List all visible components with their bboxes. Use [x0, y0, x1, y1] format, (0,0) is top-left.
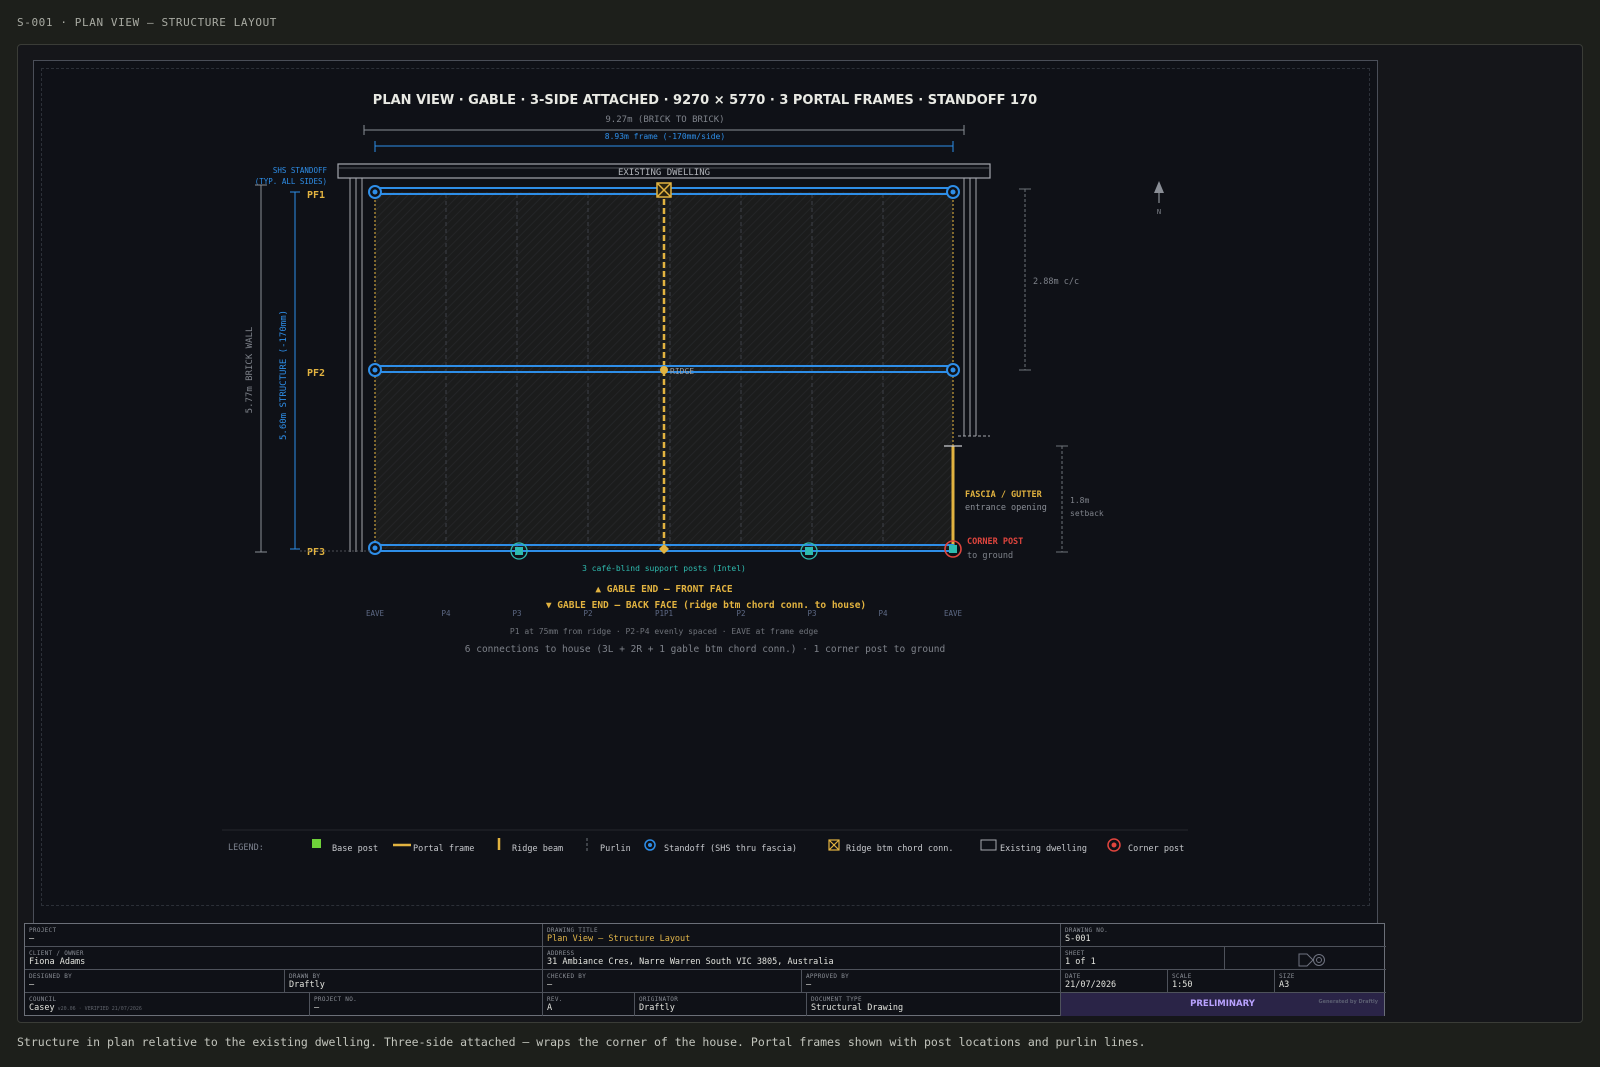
tb-sheet: SHEET 1 of 1	[1061, 947, 1225, 970]
frame-label-pf1: PF1	[307, 190, 325, 201]
corner-post-sub: to ground	[967, 551, 1013, 561]
purlin-label-p1: P1P1	[655, 609, 673, 618]
dim-structure-line	[290, 191, 300, 550]
ridge-node-pf2	[660, 366, 668, 374]
tb-checked-by: CHECKED BY —	[543, 970, 802, 993]
north-label: N	[1157, 208, 1161, 216]
fascia-sub: entrance opening	[965, 503, 1047, 513]
legend-label-ridge-beam: Ridge beam	[512, 844, 563, 854]
tb-originator: ORIGINATOR Draftly	[635, 993, 807, 1016]
tb-date: DATE 21/07/2026	[1061, 970, 1168, 993]
standoff-icon	[644, 839, 656, 851]
purlin-label-eave-left: EAVE	[366, 609, 385, 618]
dim-spacing-line	[1019, 188, 1031, 371]
ridge-chord-connection	[656, 182, 672, 198]
left-dwelling-wall	[349, 178, 363, 552]
tb-drawing-title: DRAWING TITLE Plan View — Structure Layou…	[543, 924, 1061, 947]
north-arrow-icon	[1154, 181, 1164, 203]
ridge-label: RIDGE	[670, 367, 694, 376]
structure-plan: PLAN VIEW · GABLE · 3-SIDE ATTACHED · 92…	[222, 93, 1188, 854]
purlin-label-p3-right: P3	[807, 609, 816, 618]
figure-caption: Structure in plan relative to the existi…	[17, 1035, 1146, 1049]
legend-label-ridge-connection: Ridge btm chord conn.	[846, 844, 953, 854]
title-block: PROJECT — DRAWING TITLE Plan View — Struct…	[24, 923, 1386, 1016]
purlin-label-p3-left: P3	[512, 609, 521, 618]
gable-back-note: ▼ GABLE END — BACK FACE (ridge btm chord…	[546, 600, 866, 611]
legend-label-standoff: Standoff (SHS thru fascia)	[664, 844, 797, 854]
generated-by: Generated by Draftly	[1318, 999, 1379, 1005]
right-dwelling-wall	[958, 178, 990, 437]
dim-brick-wall-label: 5.77m BRICK WALL	[245, 327, 255, 414]
gable-front-note: ▲ GABLE END — FRONT FACE	[595, 584, 733, 595]
cafe-posts-note: 3 café-blind support posts (Intel)	[582, 563, 746, 573]
dim-brick-label: 9.27m (BRICK TO BRICK)	[605, 115, 724, 125]
tb-document-type: DOCUMENT TYPE Structural Drawing	[807, 993, 1061, 1016]
fascia-label: FASCIA / GUTTER	[965, 490, 1043, 500]
tb-designed-by: DESIGNED BY —	[25, 970, 285, 993]
dim-frame-line	[374, 141, 954, 152]
purlin-label-p2-right: P2	[736, 609, 745, 618]
legend-label-corner-post: Corner post	[1128, 844, 1184, 854]
tb-project: PROJECT —	[25, 924, 543, 947]
base-post-icon	[312, 839, 321, 848]
tb-logo	[1225, 947, 1386, 970]
connections-note: 6 connections to house (3L + 2R + 1 gabl…	[465, 644, 945, 655]
dim-spacing-label: 2.88m c/c	[1033, 277, 1079, 287]
setback-label-2: setback	[1070, 509, 1104, 518]
standoff-note-1: SHS STANDOFF	[273, 166, 328, 175]
purlin-labels: EAVE P4 P3 P2 P1P1 P2 P3 P4 EAVE	[366, 609, 963, 618]
tb-rev: REV. A	[543, 993, 635, 1016]
legend-label-base-post: Base post	[332, 844, 378, 854]
corner-post-icon	[1107, 838, 1121, 852]
tb-approved-by: APPROVED BY —	[802, 970, 1061, 993]
tb-drawn-by: DRAWN BY Draftly	[285, 970, 543, 993]
existing-dwelling-label: EXISTING DWELLING	[618, 168, 710, 178]
dim-structure-label: 5.60m STRUCTURE (-170mm)	[279, 310, 289, 440]
frame-label-pf3: PF3	[307, 547, 325, 558]
purlin-label-p4-right: P4	[878, 609, 888, 618]
tb-size: SIZE A3	[1275, 970, 1386, 993]
purlin-note: P1 at 75mm from ridge · P2-P4 evenly spa…	[510, 627, 818, 636]
purlin-label-eave-right: EAVE	[944, 609, 963, 618]
tb-client: CLIENT / OWNER Fiona Adams	[25, 947, 543, 970]
legend-label-portal-frame: Portal frame	[413, 844, 474, 854]
corner-post-label: CORNER POST	[967, 537, 1023, 547]
existing-dwelling-icon	[980, 839, 997, 851]
dim-frame-label: 8.93m frame (-170mm/side)	[605, 132, 725, 141]
setback-label-1: 1.8m	[1070, 496, 1089, 505]
purlin-label-p2-left: P2	[583, 609, 592, 618]
drawing-title: PLAN VIEW · GABLE · 3-SIDE ATTACHED · 92…	[373, 93, 1037, 108]
legend-title: LEGEND:	[228, 843, 264, 853]
purlin-label-p4-left: P4	[441, 609, 451, 618]
legend-label-existing-dwelling: Existing dwelling	[1000, 844, 1087, 854]
dim-brick-wall-line	[255, 184, 267, 553]
tb-scale: SCALE 1:50	[1168, 970, 1275, 993]
tb-drawing-no: DRAWING NO. S-001	[1061, 924, 1386, 947]
tb-address: ADDRESS 31 Ambiance Cres, Narre Warren So…	[543, 947, 1061, 970]
frame-label-pf2: PF2	[307, 368, 325, 379]
draftly-logo-icon	[1298, 953, 1325, 967]
status-badge: PRELIMINARY Generated by Draftly	[1061, 993, 1384, 1016]
tb-council: COUNCIL Casey v20.06 · VERIFIED 21/07/2026	[25, 993, 310, 1016]
dim-setback-line	[1056, 445, 1068, 553]
legend-label-purlin: Purlin	[600, 844, 631, 854]
ridge-connection-icon	[828, 839, 840, 851]
tb-project-no: PROJECT NO. —	[310, 993, 543, 1016]
